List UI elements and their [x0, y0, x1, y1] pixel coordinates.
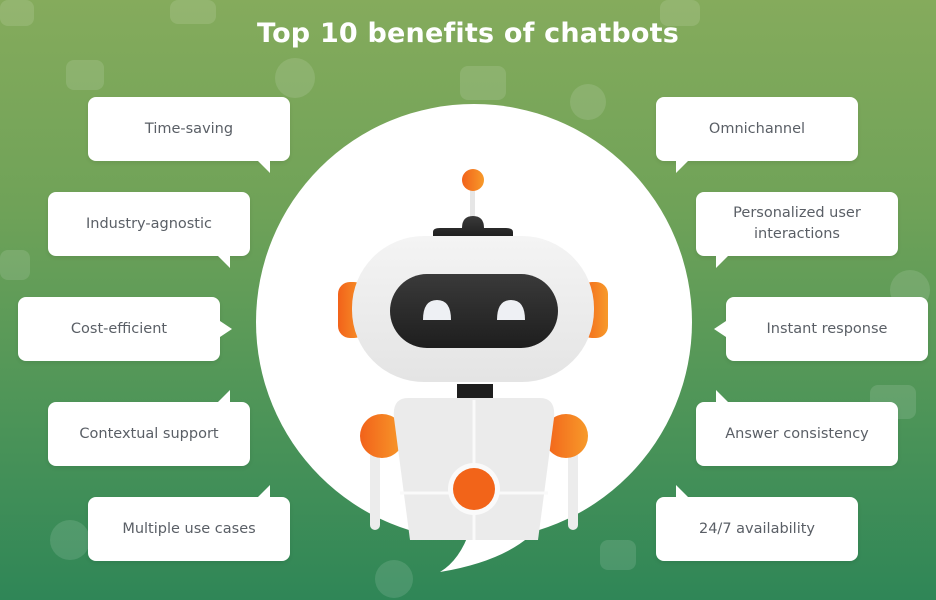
benefit-cost-efficient: Cost-efficient: [18, 297, 232, 361]
benefit-label: Time-saving: [144, 120, 234, 137]
benefit-industry-agnostic: Industry-agnostic: [48, 192, 250, 268]
benefit-label: Instant response: [766, 320, 888, 337]
benefit-time-saving: Time-saving: [88, 97, 290, 173]
antenna-stem: [470, 190, 475, 220]
benefit-label: Multiple use cases: [122, 520, 256, 537]
benefit-multiple-use-cases: Multiple use cases: [88, 485, 290, 561]
head-cap: [433, 216, 513, 238]
benefit-personalized-user-interactions: Personalized user interactions: [696, 192, 898, 268]
benefit-instant-response: Instant response: [714, 297, 928, 361]
benefit-label: Contextual support: [79, 425, 219, 442]
chest-light: [453, 468, 495, 510]
benefit-24-7-availability: 24/7 availability: [656, 485, 858, 561]
benefit-label: Personalized user interactions: [733, 205, 861, 242]
benefit-contextual-support: Contextual support: [48, 390, 250, 466]
benefit-label: Omnichannel: [708, 120, 806, 137]
robot-neck: [457, 384, 493, 398]
benefit-omnichannel: Omnichannel: [656, 97, 858, 173]
benefit-label: 24/7 availability: [698, 520, 816, 537]
robot-visor: [390, 274, 558, 348]
benefit-label: Answer consistency: [725, 425, 869, 442]
benefit-answer-consistency: Answer consistency: [696, 390, 898, 466]
benefit-label: Cost-efficient: [70, 320, 168, 337]
antenna-tip: [462, 169, 484, 191]
benefit-label: Industry-agnostic: [85, 215, 212, 232]
